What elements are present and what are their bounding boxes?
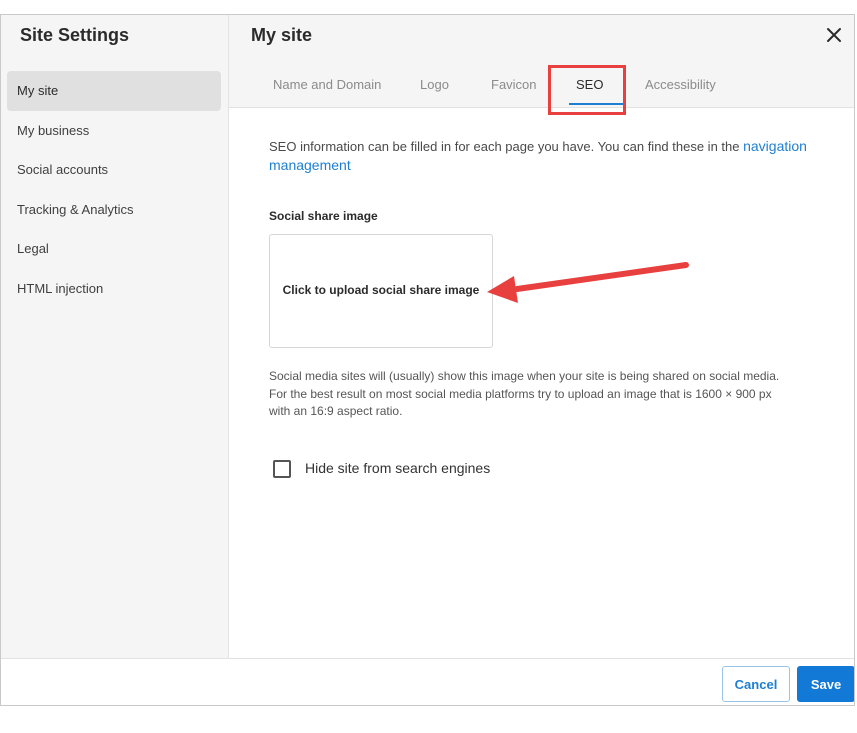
- sidebar-nav: My site My business Social accounts Trac…: [7, 71, 221, 308]
- sidebar-item-my-site[interactable]: My site: [7, 71, 221, 111]
- main-panel: My site Name and Domain Logo Favicon SEO…: [229, 15, 854, 658]
- sidebar-item-legal[interactable]: Legal: [7, 229, 221, 269]
- sidebar: Site Settings My site My business Social…: [1, 15, 229, 658]
- sidebar-item-html-injection[interactable]: HTML injection: [7, 269, 221, 309]
- sidebar-item-social-accounts[interactable]: Social accounts: [7, 150, 221, 190]
- sidebar-item-tracking-analytics[interactable]: Tracking & Analytics: [7, 190, 221, 230]
- arrow-annotation-icon: [487, 262, 689, 303]
- cancel-button[interactable]: Cancel: [722, 666, 790, 702]
- save-button[interactable]: Save: [797, 666, 854, 702]
- site-settings-dialog: Site Settings My site My business Social…: [0, 14, 855, 706]
- sidebar-title: Site Settings: [20, 25, 130, 45]
- sidebar-item-my-business[interactable]: My business: [7, 111, 221, 151]
- dialog-footer: Cancel Save: [1, 658, 854, 705]
